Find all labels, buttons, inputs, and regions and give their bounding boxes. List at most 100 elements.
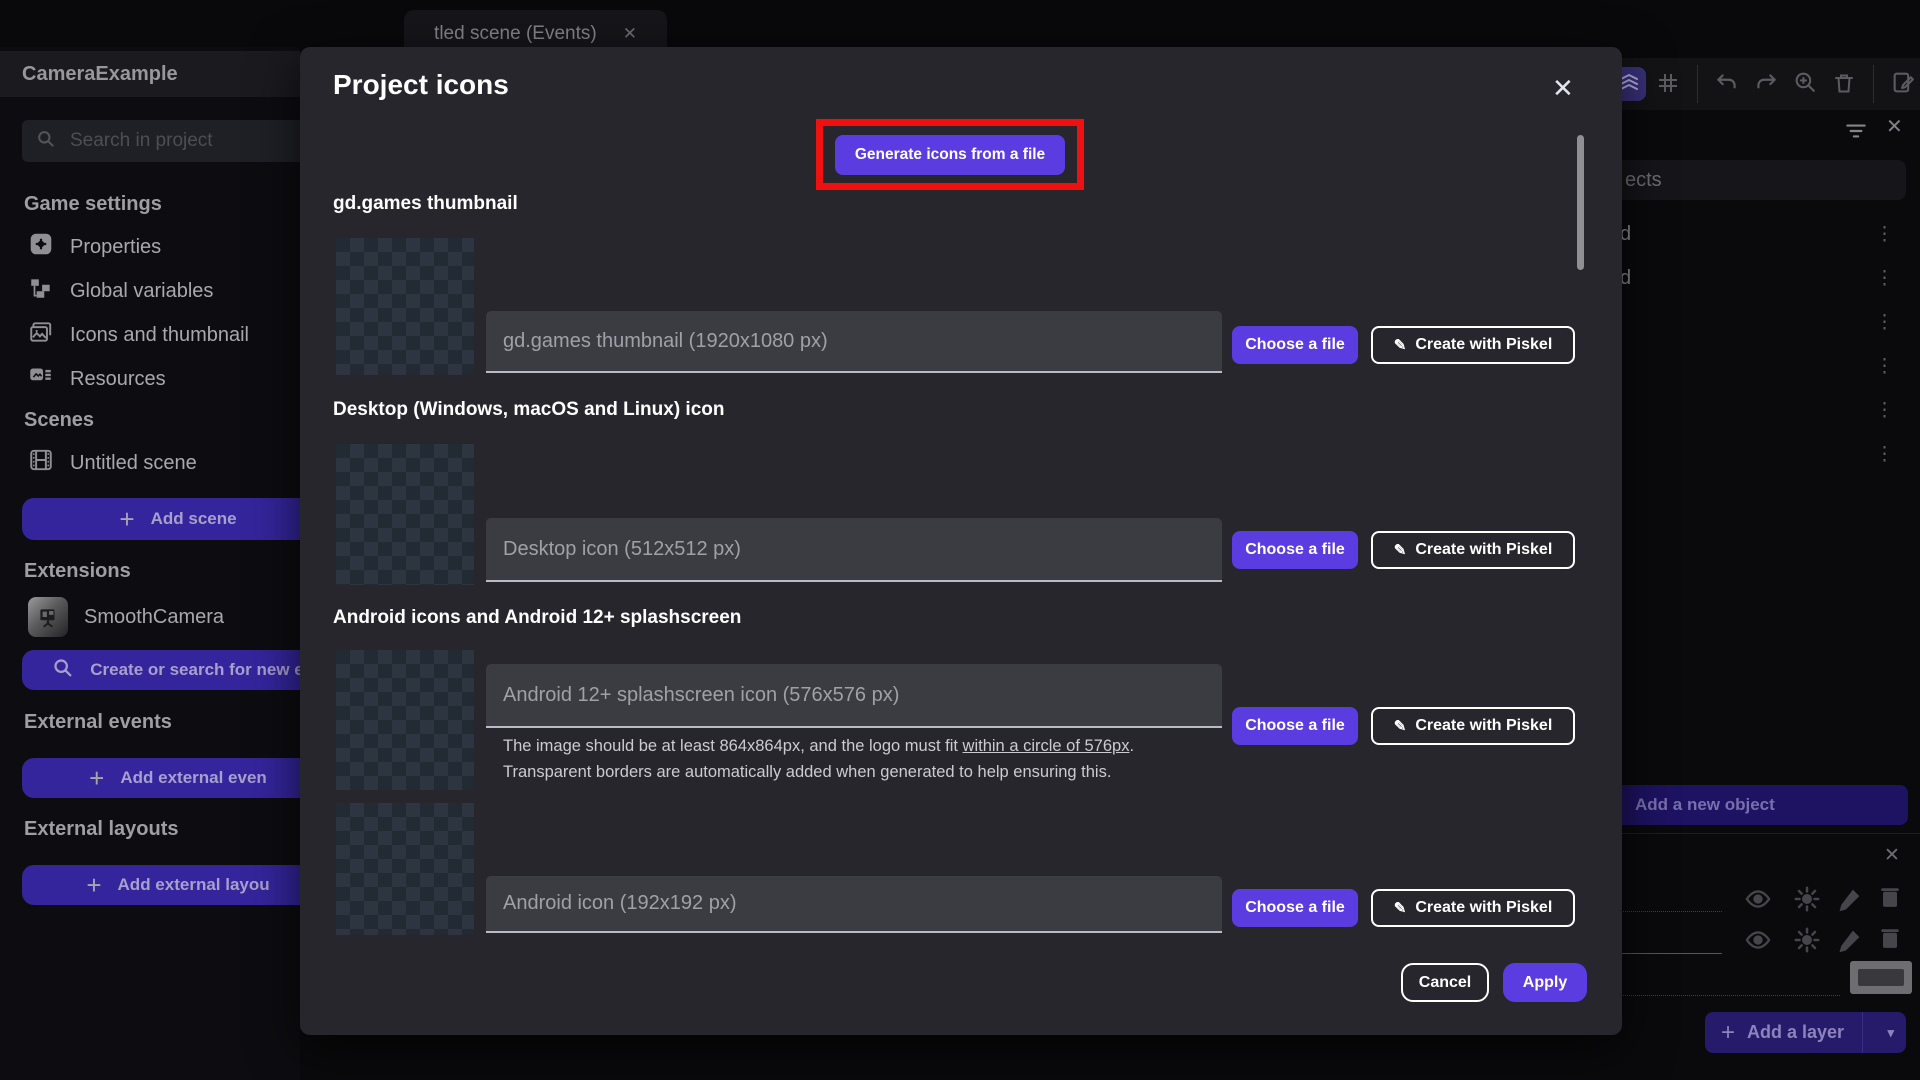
dialog-scrollbar-thumb[interactable] <box>1577 135 1584 270</box>
create-with-piskel-button[interactable]: ✎ Create with Piskel <box>1371 326 1575 364</box>
helper-underlined-text: within a circle of 576px <box>962 737 1130 755</box>
choose-file-button[interactable]: Choose a file <box>1232 326 1358 364</box>
redo-button[interactable] <box>1749 67 1783 101</box>
sidebar-item-label: Resources <box>70 367 166 390</box>
section-label-desktop: Desktop (Windows, macOS and Linux) icon <box>333 399 725 420</box>
choose-file-button[interactable]: Choose a file <box>1232 531 1358 569</box>
object-row[interactable]: ⋮ <box>1598 395 1920 425</box>
gdgames-thumbnail-field[interactable]: gd.games thumbnail (1920x1080 px) <box>486 311 1222 373</box>
undo-button[interactable] <box>1710 67 1744 101</box>
piskel-label: Create with Piskel <box>1415 899 1553 916</box>
layers-panel-close-icon[interactable]: ✕ <box>1884 844 1900 867</box>
objects-search-box[interactable]: ects <box>1598 160 1906 200</box>
add-new-object-button[interactable]: Add a new object <box>1595 785 1908 825</box>
grid-button[interactable] <box>1651 67 1685 101</box>
section-external-layouts: External layouts <box>24 818 179 840</box>
generate-icons-button[interactable]: Generate icons from a file <box>835 134 1065 175</box>
piskel-label: Create with Piskel <box>1415 541 1553 558</box>
section-extensions: Extensions <box>24 560 131 582</box>
project-search-box[interactable] <box>22 120 300 162</box>
red-annotation-box: Generate icons from a file <box>816 119 1084 190</box>
object-row[interactable]: ⋮ <box>1598 439 1920 469</box>
pencil-icon: ✎ <box>1393 337 1407 354</box>
add-external-events-button[interactable]: + Add external even <box>22 758 300 798</box>
apply-button[interactable]: Apply <box>1503 963 1587 1002</box>
sidebar-item-resources[interactable]: Resources <box>28 359 166 399</box>
chevron-down-icon[interactable]: ▾ <box>1875 1025 1906 1041</box>
section-game-settings: Game settings <box>24 193 162 215</box>
desktop-icon-preview <box>336 444 474 585</box>
object-row[interactable]: ⋮ <box>1598 307 1920 337</box>
sidebar-item-icons-thumbnail[interactable]: Icons and thumbnail <box>28 315 249 355</box>
layer-thumbnail-inner <box>1858 969 1904 986</box>
smoothcamera-extension-icon <box>28 597 68 637</box>
sidebar-item-global-variables[interactable]: Global variables <box>28 271 213 311</box>
sidebar-item-label: Untitled scene <box>70 451 197 474</box>
desktop-icon-field[interactable]: Desktop icon (512x512 px) <box>486 518 1222 582</box>
kebab-menu-icon[interactable]: ⋮ <box>1875 399 1894 422</box>
add-layer-button[interactable]: + Add a layer ▾ <box>1705 1012 1906 1053</box>
dialog-close-icon[interactable]: ✕ <box>1552 73 1574 104</box>
android-icon-field[interactable]: Android icon (192x192 px) <box>486 876 1222 933</box>
sidebar-item-properties[interactable]: Properties <box>28 227 161 267</box>
delete-button[interactable] <box>1827 67 1861 101</box>
layer-thumbnail-box[interactable] <box>1850 961 1912 994</box>
layer-edit-pencil-icon[interactable] <box>1836 926 1864 959</box>
field-placeholder: Desktop icon (512x512 px) <box>503 537 741 560</box>
cancel-button[interactable]: Cancel <box>1401 963 1489 1002</box>
add-external-layouts-button[interactable]: + Add external layou <box>22 865 300 905</box>
layer-delete-trash-icon[interactable] <box>1876 924 1904 957</box>
android-helper-line1: The image should be at least 864x864px, … <box>503 737 1134 756</box>
objects-search-text: ects <box>1625 168 1662 191</box>
object-row[interactable]: d ⋮ <box>1598 219 1920 249</box>
layer-effects-icon[interactable] <box>1792 925 1822 960</box>
object-row[interactable]: ⋮ <box>1598 351 1920 381</box>
layer-effects-icon[interactable] <box>1792 884 1822 919</box>
photos-icon <box>28 319 54 351</box>
resources-list-icon <box>28 363 54 395</box>
sidebar-item-label: Properties <box>70 235 162 258</box>
choose-file-button[interactable]: Choose a file <box>1232 889 1358 927</box>
kebab-menu-icon[interactable]: ⋮ <box>1875 443 1894 466</box>
sidebar-item-smoothcamera[interactable]: SmoothCamera <box>28 595 224 639</box>
tab-close-icon[interactable]: ✕ <box>623 24 637 44</box>
filter-icon[interactable] <box>1843 120 1869 147</box>
layer-delete-trash-icon[interactable] <box>1876 883 1904 916</box>
layer-edit-pencil-icon[interactable] <box>1836 885 1864 918</box>
object-row[interactable]: d ⋮ <box>1598 263 1920 293</box>
objects-panel-close-icon[interactable]: ✕ <box>1886 114 1903 139</box>
android-splashscreen-preview <box>336 650 474 790</box>
sidebar-item-untitled-scene[interactable]: Untitled scene <box>28 443 197 483</box>
tab-title: tled scene (Events) <box>434 23 597 44</box>
layer-visibility-eye-icon[interactable] <box>1742 926 1774 959</box>
toolbar-divider <box>1697 65 1698 103</box>
search-extensions-button[interactable]: Create or search for new e <box>22 650 300 690</box>
sidebar-item-label: Icons and thumbnail <box>70 323 250 346</box>
create-with-piskel-button[interactable]: ✎ Create with Piskel <box>1371 531 1575 569</box>
kebab-menu-icon[interactable]: ⋮ <box>1875 355 1894 378</box>
variables-tree-icon <box>28 275 54 307</box>
pencil-icon: ✎ <box>1393 542 1407 559</box>
kebab-menu-icon[interactable]: ⋮ <box>1875 267 1894 290</box>
zoom-in-button[interactable] <box>1788 67 1822 101</box>
android-icon-preview <box>336 803 474 935</box>
add-external-layouts-label: Add external layou <box>117 875 270 894</box>
section-label-android: Android icons and Android 12+ splashscre… <box>333 607 742 628</box>
search-icon <box>36 129 56 154</box>
kebab-menu-icon[interactable]: ⋮ <box>1875 311 1894 334</box>
panel-divider <box>1622 833 1920 834</box>
layer-visibility-eye-icon[interactable] <box>1742 885 1774 918</box>
film-frame-icon <box>28 447 54 479</box>
create-with-piskel-button[interactable]: ✎ Create with Piskel <box>1371 707 1575 745</box>
redo-icon <box>1753 70 1779 99</box>
grid-icon <box>1656 71 1680 98</box>
add-layer-label: Add a layer <box>1747 1022 1845 1042</box>
choose-file-button[interactable]: Choose a file <box>1232 707 1358 745</box>
kebab-menu-icon[interactable]: ⋮ <box>1875 223 1894 246</box>
edit-scene-properties-button[interactable] <box>1886 67 1920 101</box>
pencil-icon: ✎ <box>1393 718 1407 735</box>
create-with-piskel-button[interactable]: ✎ Create with Piskel <box>1371 889 1575 927</box>
search-input[interactable] <box>68 129 248 153</box>
add-scene-button[interactable]: + Add scene <box>22 498 300 540</box>
android-splashscreen-field[interactable]: Android 12+ splashscreen icon (576x576 p… <box>486 664 1222 728</box>
